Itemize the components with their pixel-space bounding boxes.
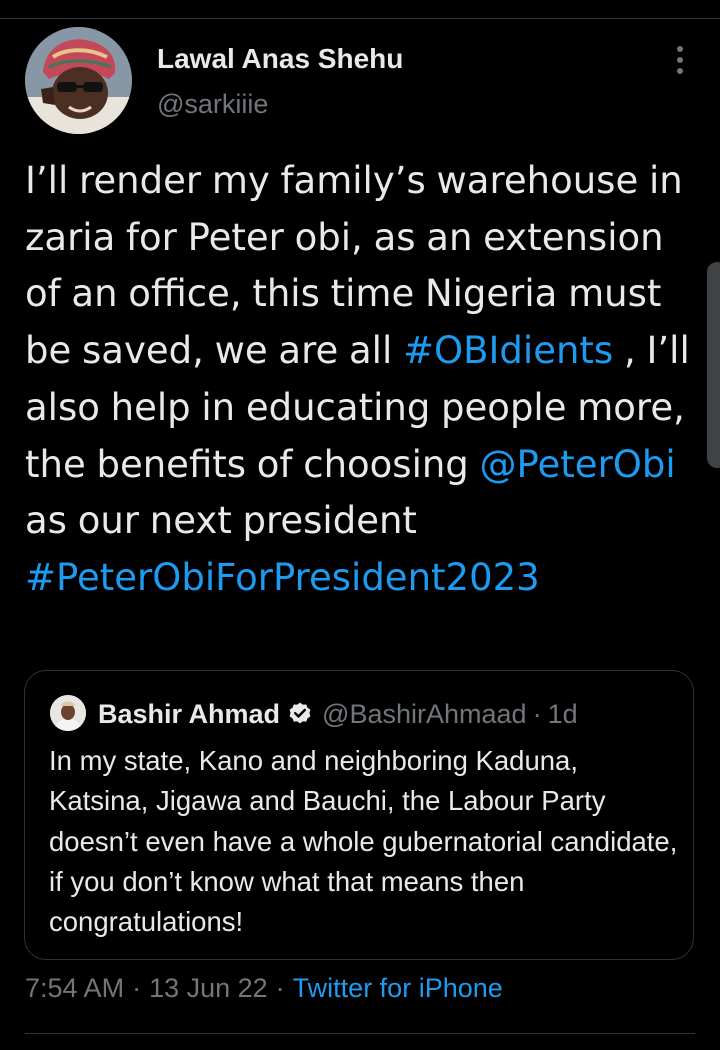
- tweet-time[interactable]: 7:54 AM: [25, 973, 124, 1003]
- more-vertical-icon[interactable]: [670, 44, 690, 76]
- tweet-metadata: 7:54 AM · 13 Jun 22 · Twitter for iPhone: [25, 973, 503, 1004]
- quoted-tweet-header: Bashir Ahmad @BashirAhmaad · 1d: [98, 696, 578, 732]
- quoted-header-separator: ·: [532, 698, 542, 729]
- author-name[interactable]: Lawal Anas Shehu: [157, 43, 403, 75]
- quoted-author-avatar[interactable]: [50, 695, 86, 731]
- mention-peterobi[interactable]: @PeterObi: [480, 443, 676, 486]
- quoted-tweet-text: In my state, Kano and neighboring Kaduna…: [49, 745, 678, 938]
- hashtag-obidients[interactable]: #OBIdients: [403, 329, 613, 372]
- tweet-source-link[interactable]: Twitter for iPhone: [293, 973, 503, 1003]
- hashtag-peterobiforpresident2023[interactable]: #PeterObiForPresident2023: [25, 556, 540, 599]
- top-divider: [0, 18, 720, 19]
- quoted-tweet-card[interactable]: Bashir Ahmad @BashirAhmaad · 1d In my st…: [24, 670, 694, 960]
- tweet-text-part: as our next president: [25, 499, 417, 543]
- tweet-date[interactable]: 13 Jun 22: [149, 973, 268, 1003]
- meta-separator: ·: [132, 973, 142, 1003]
- scrollbar-thumb[interactable]: [707, 262, 720, 468]
- author-avatar[interactable]: [25, 27, 132, 134]
- author-handle[interactable]: @sarkiiie: [157, 89, 268, 120]
- bottom-divider: [25, 1033, 695, 1034]
- quoted-author-name[interactable]: Bashir Ahmad: [98, 699, 280, 730]
- meta-separator: ·: [275, 973, 285, 1003]
- quoted-tweet-time[interactable]: 1d: [548, 699, 578, 730]
- quoted-author-handle[interactable]: @BashirAhmaad: [322, 699, 527, 730]
- verified-badge-icon: [287, 701, 313, 727]
- tweet-text: I’ll render my family’s warehouse in zar…: [25, 153, 695, 607]
